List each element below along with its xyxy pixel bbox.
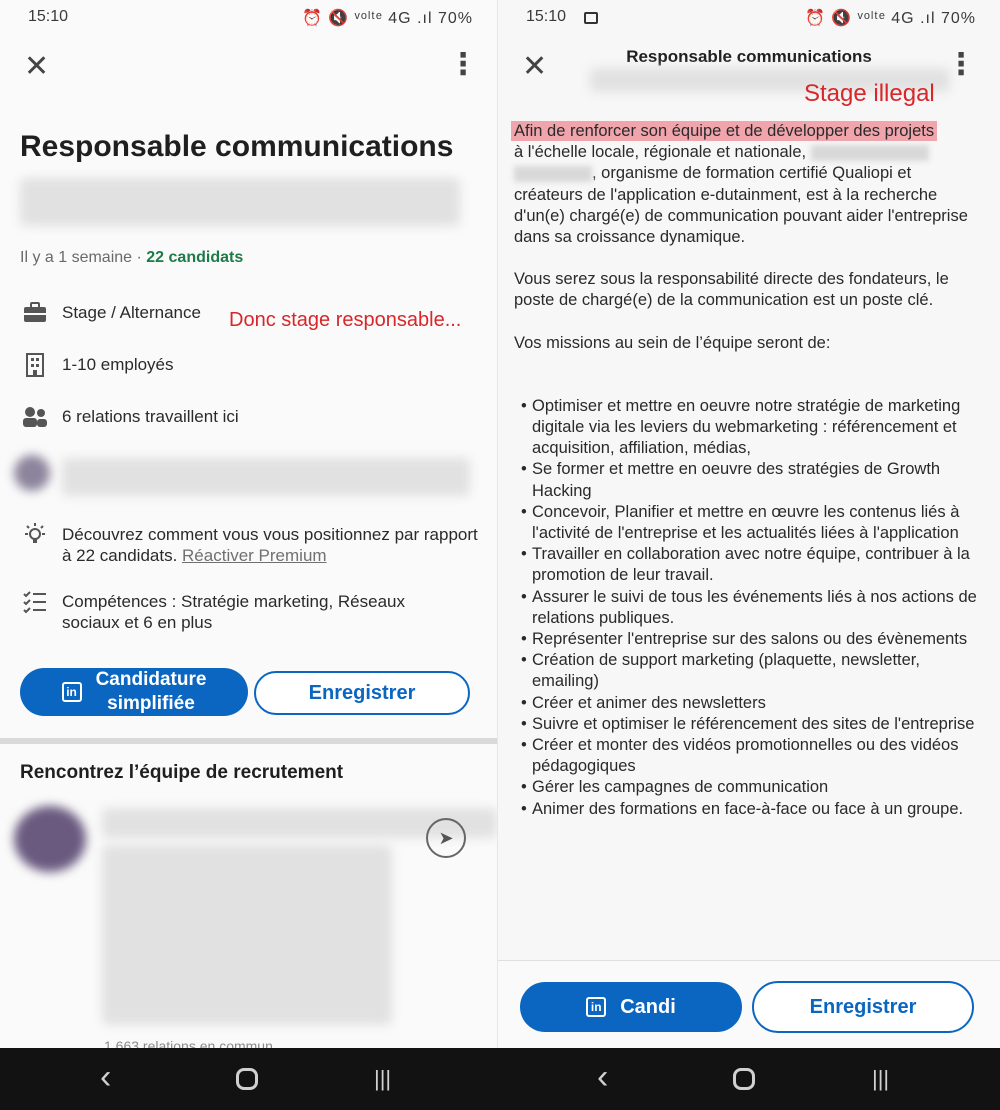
back-icon[interactable]: ‹ — [100, 1060, 111, 1094]
mission-item: Se former et mettre en oeuvre des straté… — [514, 459, 980, 501]
android-nav-bar: ‹ ||| ‹ ||| — [0, 1048, 1000, 1110]
company-name-redacted — [20, 178, 460, 226]
status-bar: 15:10 ⏰ 🔇 ᵛᵒˡᵗᵉ 4G .ıl 70% — [498, 0, 1000, 34]
status-time: 15:10 — [526, 8, 567, 25]
easy-apply-label: Candidature simplifiée — [96, 668, 207, 716]
home-icon[interactable] — [733, 1068, 755, 1090]
recents-icon[interactable]: ||| — [374, 1068, 391, 1090]
lightbulb-icon — [20, 522, 50, 548]
recents-icon[interactable]: ||| — [872, 1068, 889, 1090]
annotation-text: Stage illegal — [804, 80, 935, 107]
intro-paragraph: Afin de renforcer son équipe et de dével… — [511, 121, 980, 248]
easy-apply-button[interactable]: in Candi — [520, 982, 742, 1032]
status-indicators: ⏰ 🔇 ᵛᵒˡᵗᵉ 4G .ıl — [804, 10, 936, 27]
posted-time: Il y a 1 semaine · — [20, 249, 147, 266]
status-bar: 15:10 ⏰ 🔇 ᵛᵒˡᵗᵉ 4G .ıl 70% — [0, 0, 497, 34]
recruitment-team-title: Rencontrez l’équipe de recrutement — [20, 762, 344, 783]
battery-level: 70% — [940, 10, 976, 27]
right-screenshot: 15:10 ⏰ 🔇 ᵛᵒˡᵗᵉ 4G .ıl 70% ✕ Responsable… — [497, 0, 1000, 1048]
save-button[interactable]: Enregistrer — [254, 671, 470, 715]
status-indicators: ⏰ 🔇 ᵛᵒˡᵗᵉ 4G .ıl — [301, 10, 433, 27]
checklist-icon — [20, 589, 50, 615]
more-icon[interactable]: ⋮ — [448, 50, 478, 80]
annotation-text: Donc stage responsable... — [229, 309, 462, 331]
easy-apply-button[interactable]: in Candidature simplifiée — [20, 668, 248, 716]
connection-info-redacted — [62, 458, 470, 496]
posted-info: Il y a 1 semaine · 22 candidats — [20, 249, 243, 267]
intro-part1: à l'échelle locale, régionale et nationa… — [514, 143, 807, 162]
mission-item: Concevoir, Planifier et mettre en œuvre … — [514, 502, 980, 544]
responsibility-paragraph: Vous serez sous la responsabilité direct… — [514, 270, 949, 310]
send-message-icon[interactable]: ➤ — [426, 818, 466, 858]
recruiter-avatar-redacted — [14, 806, 86, 872]
mission-item: Animer des formations en face-à-face ou … — [514, 799, 980, 820]
company-redacted-inline — [810, 144, 929, 161]
company-size: 1-10 employés — [62, 355, 174, 374]
battery-level: 70% — [437, 10, 473, 27]
missions-list: Optimiser et mettre en oeuvre notre stra… — [514, 396, 980, 820]
home-icon[interactable] — [236, 1068, 258, 1090]
premium-text: Découvrez comment vous vous positionnez … — [62, 524, 482, 566]
easy-apply-line2: simplifiée — [107, 693, 195, 714]
status-icons: ⏰ 🔇 ᵛᵒˡᵗᵉ 4G .ıl 70% — [805, 8, 976, 28]
reactivate-premium-link[interactable]: Réactiver Premium — [182, 546, 327, 565]
recruiter-info-redacted — [102, 845, 392, 1025]
missions-intro: Vos missions au sein de l’équipe seront … — [514, 333, 831, 352]
page-title: Responsable communications — [20, 130, 454, 163]
mutual-connections-text: 1 663 relations en commun — [104, 1038, 273, 1048]
easy-apply-label: Candi — [620, 996, 676, 1018]
close-icon[interactable]: ✕ — [24, 52, 49, 82]
people-icon — [20, 404, 50, 430]
building-icon — [20, 352, 50, 378]
back-icon[interactable]: ‹ — [597, 1060, 608, 1094]
status-time: 15:10 — [28, 8, 69, 25]
mission-item: Représenter l'entreprise sur des salons … — [514, 629, 980, 650]
page-title: Responsable communications — [626, 47, 872, 66]
mission-item: Gérer les campagnes de communication — [514, 777, 980, 798]
relations-text: 6 relations travaillent ici — [62, 407, 239, 426]
easy-apply-line1: Candidature — [95, 669, 207, 690]
mission-item: Création de support marketing (plaquette… — [514, 650, 980, 692]
status-icons: ⏰ 🔇 ᵛᵒˡᵗᵉ 4G .ıl 70% — [302, 8, 473, 28]
more-icon[interactable]: ⋮ — [946, 50, 976, 80]
save-button[interactable]: Enregistrer — [752, 981, 974, 1033]
skills-text: Compétences : Stratégie marketing, Résea… — [62, 592, 406, 632]
mission-item: Créer et animer des newsletters — [514, 693, 980, 714]
mission-item: Assurer le suivi de tous les événements … — [514, 587, 980, 629]
left-screenshot: 15:10 ⏰ 🔇 ᵛᵒˡᵗᵉ 4G .ıl 70% ✕ ⋮ Responsab… — [0, 0, 497, 1048]
mission-item: Optimiser et mettre en oeuvre notre stra… — [514, 396, 980, 460]
highlighted-text: Afin de renforcer son équipe et de dével… — [511, 121, 938, 141]
mission-item: Travailler en collaboration avec notre é… — [514, 544, 980, 586]
mission-item: Suivre et optimiser le référencement des… — [514, 714, 980, 735]
linkedin-icon: in — [61, 682, 82, 702]
section-divider — [0, 738, 497, 744]
gallery-icon — [584, 12, 598, 24]
briefcase-icon — [20, 300, 50, 326]
linkedin-icon: in — [586, 997, 607, 1017]
candidates-count: 22 candidats — [146, 249, 244, 266]
company-redacted-inline-2 — [514, 166, 592, 183]
job-description: Afin de renforcer son équipe et de dével… — [511, 121, 980, 820]
connection-avatar-redacted — [14, 455, 50, 491]
mission-item: Créer et monter des vidéos promotionnell… — [514, 735, 980, 777]
